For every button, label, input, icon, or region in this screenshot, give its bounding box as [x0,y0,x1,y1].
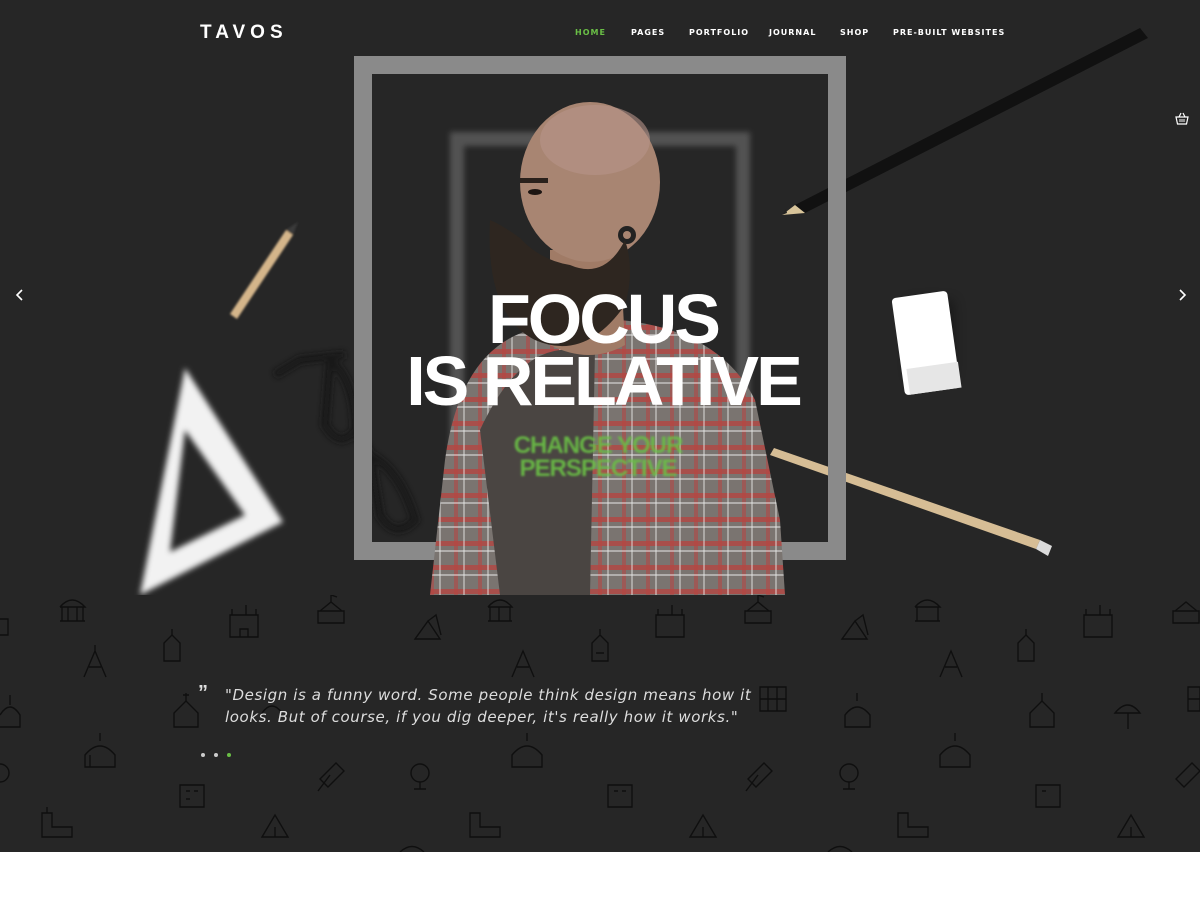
building-icon [607,784,633,808]
clock-tower-icon [897,812,929,838]
eiffel-tower-icon [939,649,963,678]
chevron-left-icon[interactable] [14,288,26,302]
chevron-right-icon[interactable] [1176,288,1188,302]
tent-icon [1116,813,1146,838]
church-icon [1029,693,1055,728]
globe-icon [410,763,430,790]
castle-icon [1083,605,1113,638]
mosque-icon [84,733,116,768]
colosseum-icon [759,686,787,712]
church-icon [163,629,181,662]
dome-building-icon [59,599,87,622]
hero-subheadline: CHANGE YOUR PERSPECTIVE [448,432,748,482]
pyramid-icon [840,613,869,640]
globe-icon [839,763,859,790]
mosque-icon [939,733,971,768]
globe-icon [0,763,10,783]
castle-icon [229,605,259,638]
clock-tower-icon [41,807,73,838]
pencil-small [230,222,298,319]
site-logo[interactable]: TAVOS [200,22,288,44]
dome-building-icon [914,599,942,622]
mosque-icon [0,695,21,728]
quote-icon: ” [198,682,208,704]
testimonial-quote: "Design is a funny word. Some people thi… [225,686,752,726]
pagination-dot-2[interactable] [214,753,218,757]
tower-icon [0,618,9,636]
church-icon [1017,629,1035,662]
hammer-icon [1175,762,1200,788]
pyramid-icon [413,613,442,640]
nav-item-journal[interactable]: JOURNAL [769,28,816,37]
nav-item-shop[interactable]: SHOP [840,28,869,37]
umbrella-icon [1113,704,1142,729]
eiffel-tower-icon [511,649,535,678]
pagination-dot-1[interactable] [201,753,205,757]
church-icon [173,693,199,728]
subheadline-line-1: CHANGE YOUR [513,432,684,459]
building-icon [1035,784,1061,808]
pagination-dot-3[interactable] [227,753,231,757]
hero-slider: TAVOS HOME PAGES PORTFOLIO JOURNAL SHOP … [0,0,1200,595]
testimonial-section: ” "Design is a funny word. Some people t… [0,595,1200,852]
nav-item-home[interactable]: HOME [575,28,606,37]
hero-headline: FOCUS IS RELATIVE [353,280,853,420]
hammer-icon [745,762,773,792]
headline-line-2: IS RELATIVE [406,342,803,420]
town-hall-icon [1172,601,1200,624]
tent-icon [260,813,290,838]
building-icon [179,784,205,808]
mosque-icon [511,733,543,768]
shopping-basket-icon[interactable] [1175,112,1189,126]
nav-item-portfolio[interactable]: PORTFOLIO [689,28,749,37]
mosque-icon [844,693,871,728]
colosseum-icon [1187,686,1200,712]
town-hall-icon [317,595,345,624]
subheadline-line-2: PERSPECTIVE [519,455,677,482]
eraser [891,291,962,395]
nav-item-pre-built-websites[interactable]: PRE-BUILT WEBSITES [893,28,1005,37]
triangle-ruler [140,368,283,595]
nav-item-pages[interactable]: PAGES [631,28,665,37]
castle-icon [655,605,685,638]
page-bottom [0,852,1200,907]
hammer-icon [317,762,345,792]
eiffel-tower-icon [83,645,107,678]
headline-line-1: FOCUS [488,280,721,358]
tent-icon [688,813,718,838]
dome-building-icon [487,599,514,622]
clock-tower-icon [469,812,501,838]
town-hall-icon [744,595,772,624]
church-icon [591,629,609,662]
